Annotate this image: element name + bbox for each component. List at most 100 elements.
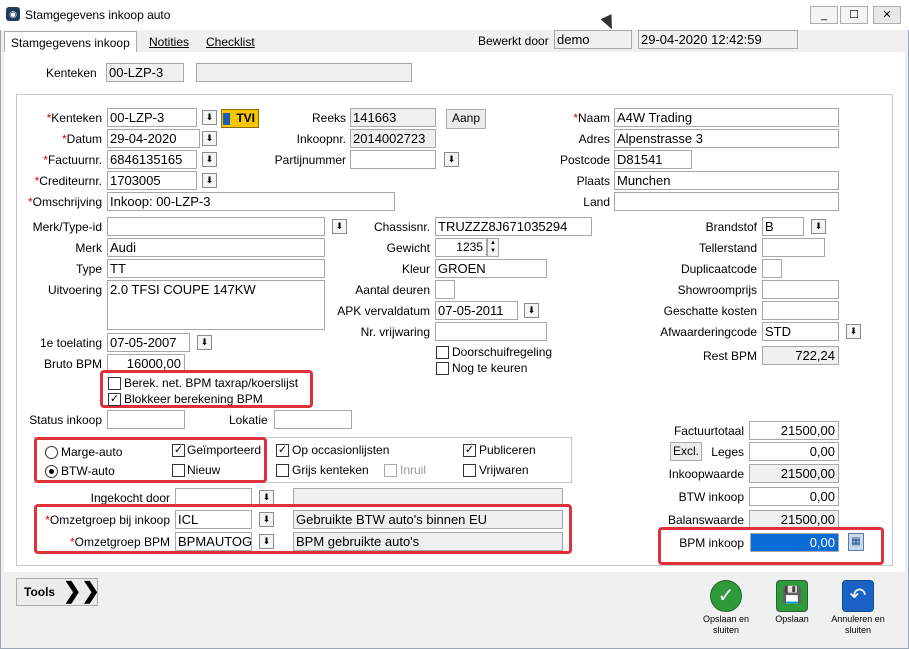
deuren-field[interactable] <box>435 280 455 299</box>
factotaal-field[interactable]: 21500,00 <box>749 421 839 440</box>
leges-field[interactable]: 0,00 <box>749 442 839 461</box>
crediteurnr-dropdown-icon[interactable]: ⬇ <box>202 173 217 188</box>
crediteurnr-label: *Crediteurnr. <box>34 174 102 188</box>
omzetbpm-code-field[interactable]: BPMAUTOGE <box>175 532 252 551</box>
adres-field[interactable]: Alpenstrasse 3 <box>614 129 839 148</box>
merktype-field[interactable] <box>107 217 325 236</box>
brandstof-dropdown-icon[interactable]: ⬇ <box>811 219 826 234</box>
partij-dropdown-icon[interactable]: ⬇ <box>444 152 459 167</box>
blokkeer-checkbox[interactable]: ✓ <box>108 393 121 406</box>
afw-field[interactable]: STD <box>762 322 839 341</box>
kenteken-dropdown-icon[interactable]: ⬇ <box>202 110 217 125</box>
omzet-dropdown-icon[interactable]: ⬇ <box>259 512 274 527</box>
bpmink-label: BPM inkoop <box>679 536 744 550</box>
datetime-field: 29-04-2020 12:42:59 <box>638 30 798 49</box>
window-title: Stamgegevens inkoop auto <box>25 8 171 22</box>
gewicht-spinner[interactable]: ▲ ▼ <box>487 238 499 257</box>
nog-label: Nog te keuren <box>452 361 528 375</box>
nog-checkbox[interactable] <box>436 362 449 375</box>
merk-field[interactable]: Audi <box>107 238 325 257</box>
postcode-field[interactable]: D81541 <box>614 150 692 169</box>
adres-label: Adres <box>578 132 610 146</box>
apk-dropdown-icon[interactable]: ⬇ <box>524 303 539 318</box>
aanp-button[interactable]: Aanp <box>446 109 486 129</box>
tools-button[interactable]: Tools ❯❯ <box>16 578 100 606</box>
vrijwaring-field[interactable] <box>435 322 547 341</box>
bpmink-field[interactable]: 0,00 <box>750 533 839 552</box>
omschrijving-label: *Omschrijving <box>27 195 102 209</box>
inruil-checkbox[interactable] <box>384 464 397 477</box>
uitvoering-field[interactable]: 2.0 TFSI COUPE 147KW <box>107 280 325 330</box>
nieuw-checkbox[interactable] <box>172 464 185 477</box>
door-checkbox[interactable] <box>436 346 449 359</box>
check-icon[interactable]: ✓ <box>710 580 742 612</box>
gewicht-label: Gewicht <box>386 241 430 255</box>
teller-field[interactable] <box>762 238 825 257</box>
tab-checklist[interactable]: Checklist <box>200 31 261 52</box>
btw-radio[interactable] <box>45 465 58 478</box>
factuurnr-dropdown-icon[interactable]: ⬇ <box>202 152 217 167</box>
brandstof-field[interactable]: B <box>762 217 804 236</box>
opslaan-label: Opslaan <box>775 614 809 624</box>
geimp-checkbox[interactable]: ✓ <box>172 444 185 457</box>
land-field[interactable] <box>614 192 839 211</box>
type-field[interactable]: TT <box>107 259 325 278</box>
grijs-checkbox[interactable] <box>276 464 289 477</box>
marge-label: Marge-auto <box>61 445 123 459</box>
excl-button[interactable]: Excl. <box>670 442 702 461</box>
floppy-disk-icon[interactable]: 💾 <box>776 580 808 612</box>
marge-radio[interactable] <box>45 446 58 459</box>
show-field[interactable] <box>762 280 839 299</box>
crediteurnr-field[interactable]: 1703005 <box>107 171 197 190</box>
dupl-field[interactable] <box>762 259 782 278</box>
toelating-dropdown-icon[interactable]: ⬇ <box>197 335 212 350</box>
tools-label: Tools <box>24 585 56 599</box>
kleur-field[interactable]: GROEN <box>435 259 547 278</box>
close-button[interactable]: ✕ <box>873 6 901 24</box>
factuurnr-field[interactable]: 6846135165 <box>107 150 197 169</box>
apk-field[interactable]: 07-05-2011 <box>435 301 518 320</box>
top-kenteken-field: 00-LZP-3 <box>106 63 184 82</box>
btw-label: BTW-auto <box>61 464 115 478</box>
maximize-button[interactable]: ☐ <box>840 6 868 24</box>
partij-field[interactable] <box>350 150 436 169</box>
plaats-field[interactable]: Munchen <box>614 171 839 190</box>
kenteken-field[interactable]: 00-LZP-3 <box>107 108 197 127</box>
toelating-field[interactable]: 07-05-2007 <box>107 333 190 352</box>
datum-dropdown-icon[interactable]: ⬇ <box>202 131 217 146</box>
postcode-label: Postcode <box>559 153 610 167</box>
locatie-field[interactable] <box>274 410 352 429</box>
vrijw-checkbox[interactable] <box>463 464 476 477</box>
tab-stamgegevens[interactable]: Stamgegevens inkoop <box>4 31 137 52</box>
tab-notities[interactable]: Notities <box>143 31 195 52</box>
omzetbpm-dropdown-icon[interactable]: ⬇ <box>259 534 274 549</box>
teller-label: Tellerstand <box>698 241 757 255</box>
uitvoering-label: Uitvoering <box>47 283 102 297</box>
top-extra-field <box>196 63 412 82</box>
ingekocht-dropdown-icon[interactable]: ⬇ <box>259 490 274 505</box>
afw-dropdown-icon[interactable]: ⬇ <box>846 324 861 339</box>
geschat-field[interactable] <box>762 301 839 320</box>
naam-field[interactable]: A4W Trading <box>614 108 839 127</box>
datum-field[interactable]: 29-04-2020 <box>107 129 200 148</box>
chassis-field[interactable]: TRUZZZ8J671035294 <box>435 217 592 236</box>
geschat-label: Geschatte kosten <box>663 304 757 318</box>
occ-checkbox[interactable]: ✓ <box>276 444 289 457</box>
afw-label: Afwaarderingcode <box>660 325 757 339</box>
bewerkt-door-field: demo <box>554 30 632 49</box>
vrijwaren-label: Vrijwaren <box>479 463 529 477</box>
omzet-code-field[interactable]: ICL <box>175 510 252 529</box>
minimize-button[interactable]: _ <box>810 6 838 24</box>
gewicht-field[interactable]: 1235 <box>435 238 487 257</box>
grijs-label: Grijs kenteken <box>292 463 369 477</box>
btwink-field[interactable]: 0,00 <box>749 487 839 506</box>
leges-label: Leges <box>711 445 744 459</box>
publ-checkbox[interactable]: ✓ <box>463 444 476 457</box>
berek-checkbox[interactable] <box>108 377 121 390</box>
status-field[interactable] <box>107 410 185 429</box>
tvi-badge[interactable]: TVI <box>221 109 259 128</box>
deuren-label: Aantal deuren <box>355 283 430 297</box>
calculator-icon[interactable]: ▦ <box>848 533 864 551</box>
omschrijving-field[interactable]: Inkoop: 00-LZP-3 <box>107 192 395 211</box>
undo-icon[interactable]: ↶ <box>842 580 874 612</box>
